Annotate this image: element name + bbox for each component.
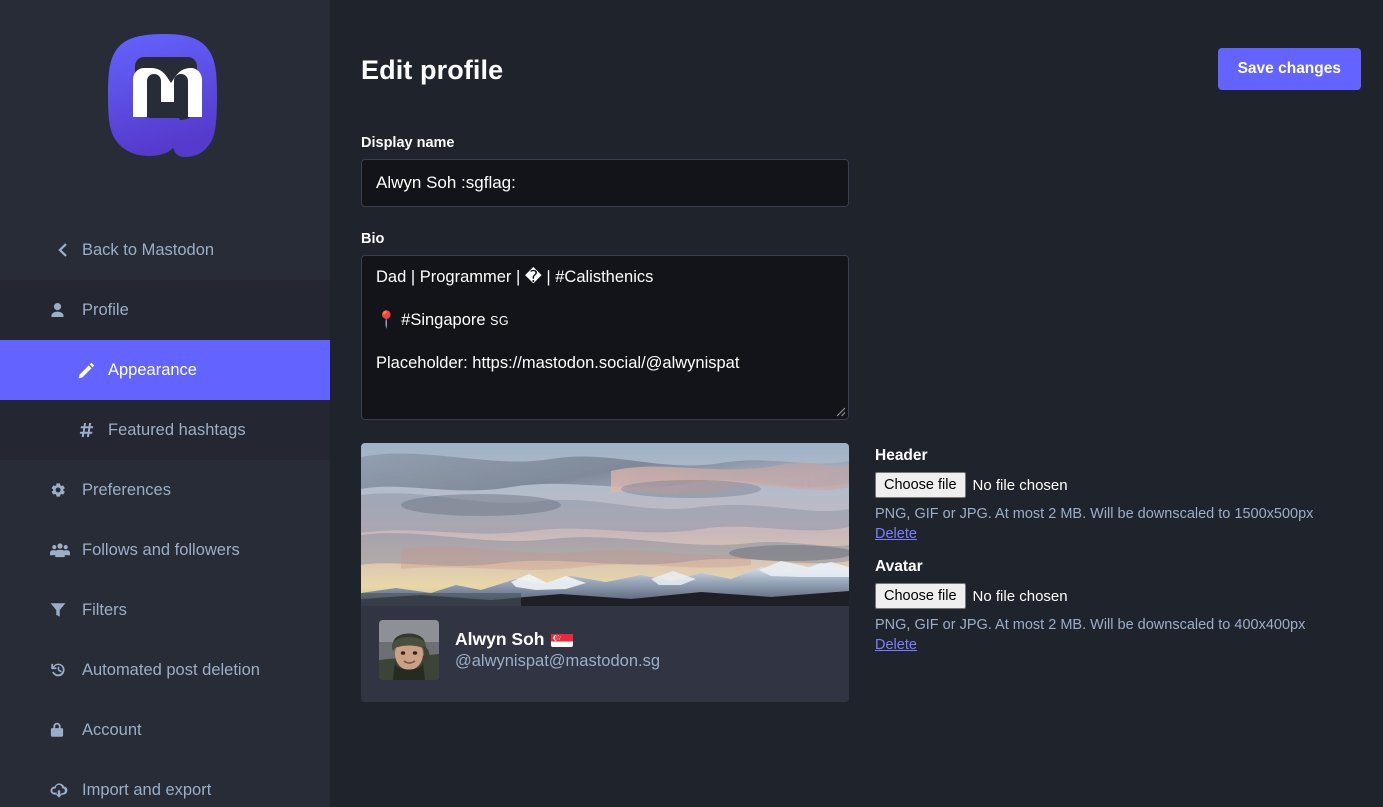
hashtag-icon bbox=[78, 422, 98, 438]
sidebar-item-label: Preferences bbox=[82, 480, 171, 499]
bio-textarea[interactable]: Dad | Programmer | � | #Calisthenics 📍 #… bbox=[361, 255, 849, 420]
profile-preview-card: Alwyn Soh @alwynispat@mastodon.sg bbox=[361, 443, 849, 702]
preview-handle: @alwynispat@mastodon.sg bbox=[455, 651, 661, 670]
preview-name-block: Alwyn Soh @alwynispat@mastodon.sg bbox=[455, 628, 660, 672]
bio-line-3: Placeholder: https://mastodon.social/@al… bbox=[376, 354, 740, 373]
avatar-delete-link[interactable]: Delete bbox=[875, 637, 917, 653]
avatar-file-row: Choose file No file chosen bbox=[875, 583, 1313, 610]
sidebar-item-label: Profile bbox=[82, 300, 129, 319]
sidebar-item-label: Appearance bbox=[108, 360, 197, 379]
mastodon-logo-icon bbox=[108, 34, 217, 157]
funnel-icon bbox=[50, 602, 72, 618]
sidebar-item-filters[interactable]: Filters bbox=[0, 580, 330, 640]
sidebar-item-featured-hashtags[interactable]: Featured hashtags bbox=[0, 400, 330, 460]
map-pin-icon: 📍 bbox=[376, 311, 397, 330]
header-image-preview bbox=[361, 443, 849, 606]
sidebar-nav: Back to Mastodon Profile Appearance Feat… bbox=[0, 220, 330, 807]
resize-handle-icon[interactable] bbox=[832, 403, 846, 417]
sidebar-item-back-to-mastodon[interactable]: Back to Mastodon bbox=[0, 220, 330, 280]
person-icon bbox=[50, 302, 72, 318]
preview-display-name-row: Alwyn Soh bbox=[455, 628, 660, 651]
cloud-download-icon bbox=[50, 782, 72, 798]
avatar-image bbox=[379, 620, 439, 680]
singapore-flag-icon bbox=[551, 632, 574, 647]
avatar-upload-title: Avatar bbox=[875, 558, 923, 576]
sidebar-item-label: Account bbox=[82, 720, 142, 739]
avatar bbox=[379, 620, 439, 680]
bio-line-1: Dad | Programmer | � | #Calisthenics bbox=[376, 268, 654, 286]
sidebar-item-preferences[interactable]: Preferences bbox=[0, 460, 330, 520]
bio-line-2-text: #Singapore bbox=[401, 311, 486, 330]
page-header: Edit profile Save changes bbox=[330, 0, 1383, 90]
sidebar-item-appearance[interactable]: Appearance bbox=[0, 340, 330, 400]
avatar-upload-hint: PNG, GIF or JPG. At most 2 MB. Will be d… bbox=[875, 617, 1306, 634]
bio-label: Bio bbox=[361, 231, 385, 247]
sidebar-item-label: Automated post deletion bbox=[82, 660, 260, 679]
sidebar-item-account[interactable]: Account bbox=[0, 700, 330, 760]
sidebar-item-label: Filters bbox=[82, 600, 127, 619]
header-upload-block: Header Choose file No file chosen PNG, G… bbox=[875, 447, 1313, 558]
form-spacer bbox=[361, 207, 1352, 231]
sidebar-profile-group: Profile Appearance Featured hashtags bbox=[0, 280, 330, 460]
header-delete-link[interactable]: Delete bbox=[875, 526, 917, 542]
header-upload-hint: PNG, GIF or JPG. At most 2 MB. Will be d… bbox=[875, 506, 1314, 523]
sidebar: Back to Mastodon Profile Appearance Feat… bbox=[0, 0, 330, 807]
media-section: Alwyn Soh @alwynispat@mastodon.sg Header… bbox=[330, 443, 1383, 702]
brand-logo bbox=[0, 0, 330, 176]
chevron-left-icon bbox=[50, 242, 72, 258]
sidebar-item-follows-and-followers[interactable]: Follows and followers bbox=[0, 520, 330, 580]
sidebar-item-profile[interactable]: Profile bbox=[0, 280, 330, 340]
users-icon bbox=[50, 542, 72, 558]
main-content: Edit profile Save changes Display name B… bbox=[330, 0, 1383, 807]
sidebar-item-automated-post-deletion[interactable]: Automated post deletion bbox=[0, 640, 330, 700]
display-name-label: Display name bbox=[361, 135, 455, 151]
header-upload-title: Header bbox=[875, 447, 928, 464]
sidebar-item-label: Back to Mastodon bbox=[82, 240, 215, 259]
lock-icon bbox=[50, 722, 72, 738]
bio-line-2-suffix: SG bbox=[490, 314, 510, 329]
upload-controls: Header Choose file No file chosen PNG, G… bbox=[849, 443, 1313, 702]
sidebar-item-label: Follows and followers bbox=[82, 540, 240, 559]
pencil-icon bbox=[78, 362, 98, 379]
avatar-upload-block: Avatar Choose file No file chosen PNG, G… bbox=[875, 558, 1313, 654]
header-choose-file-button[interactable]: Choose file bbox=[875, 472, 966, 499]
display-name-input[interactable] bbox=[361, 159, 849, 207]
history-icon bbox=[50, 662, 72, 678]
avatar-file-status: No file chosen bbox=[972, 587, 1068, 605]
app-root: Back to Mastodon Profile Appearance Feat… bbox=[0, 0, 1383, 807]
sidebar-item-label: Import and export bbox=[82, 780, 212, 799]
avatar-choose-file-button[interactable]: Choose file bbox=[875, 583, 966, 610]
preview-display-name: Alwyn Soh bbox=[455, 628, 545, 649]
preview-identity: Alwyn Soh @alwynispat@mastodon.sg bbox=[361, 606, 849, 702]
save-changes-button[interactable]: Save changes bbox=[1217, 48, 1361, 90]
page-title: Edit profile bbox=[361, 55, 504, 85]
sidebar-item-import-and-export[interactable]: Import and export bbox=[0, 760, 330, 807]
header-file-status: No file chosen bbox=[972, 476, 1068, 494]
header-file-row: Choose file No file chosen bbox=[875, 472, 1313, 499]
sidebar-item-label: Featured hashtags bbox=[108, 420, 246, 439]
gear-icon bbox=[50, 482, 72, 498]
bio-line-2: 📍 #Singapore SG bbox=[376, 311, 834, 329]
profile-form: Display name Bio Dad | Programmer | � | … bbox=[330, 135, 1383, 420]
